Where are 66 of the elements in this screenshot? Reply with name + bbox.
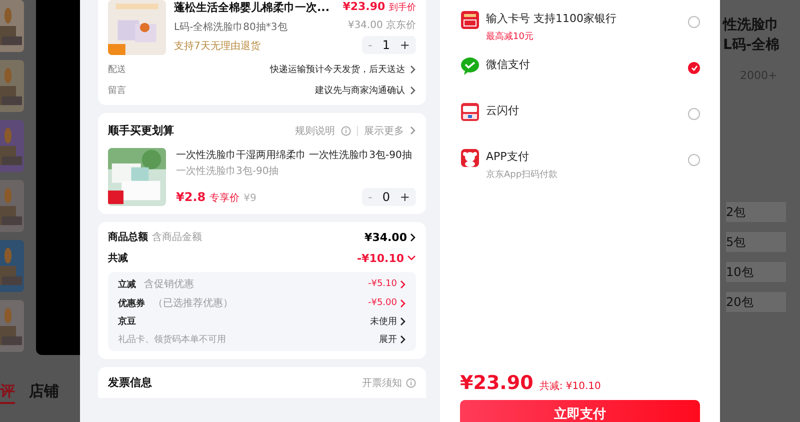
detail-label: 礼品卡、领货码本单不可用 — [118, 335, 226, 345]
chevron-right-icon — [400, 280, 406, 288]
mascot-icon — [460, 148, 480, 168]
payment-note: 最高减10元 — [486, 30, 534, 43]
plus-button[interactable]: + — [400, 38, 410, 52]
detail-label: 立减 — [118, 280, 136, 290]
section-title: 发票信息 — [108, 375, 152, 390]
detail-value[interactable]: 未使用 — [370, 315, 397, 328]
product-title[interactable]: 蓬松生活全棉婴儿棉柔巾一次... — [174, 0, 335, 15]
product-title: L码-全棉 — [722, 36, 781, 55]
check-icon — [690, 65, 698, 71]
row-label: 留言 — [108, 84, 126, 97]
quantity-value: 1 — [382, 38, 390, 52]
quantity-stepper[interactable]: - 1 + — [362, 36, 416, 54]
chevron-right-icon — [410, 86, 416, 95]
detail-value[interactable]: -¥5.10 — [368, 279, 397, 289]
quantity-value: 0 — [382, 190, 390, 204]
card-icon — [460, 10, 480, 30]
chevron-right-icon — [400, 298, 406, 308]
discount-amount[interactable]: -¥10.10 — [356, 252, 404, 264]
section-title: 顺手买更划算 — [108, 123, 174, 138]
radio-button[interactable] — [688, 154, 700, 166]
chevron-right-icon — [410, 232, 416, 242]
wallet-icon — [460, 102, 480, 122]
payment-method-name[interactable]: 输入卡号 支持1100家银行 — [486, 11, 682, 26]
detail-label: 京豆 — [118, 317, 136, 327]
total-price: ¥23.90 — [460, 372, 534, 394]
product-spec: 一次性洗脸巾3包-90抽 — [176, 164, 280, 178]
total-amount[interactable]: ¥34.00 — [364, 230, 407, 244]
list-price: ¥34.00 京东价 — [348, 18, 416, 32]
saved-amount: 共减: ¥10.10 — [539, 380, 601, 393]
detail-value[interactable]: 展开 — [379, 333, 397, 346]
detail-label: 优惠券 — [118, 299, 145, 309]
info-icon[interactable] — [341, 126, 351, 136]
radio-button[interactable] — [688, 62, 700, 74]
chevron-down-icon[interactable] — [407, 255, 416, 261]
chevron-right-icon — [410, 126, 416, 135]
quantity-stepper[interactable]: - 0 + — [362, 188, 416, 206]
product-title[interactable]: 一次性洗脸巾干湿两用绵柔巾 一次性洗脸巾3包-90抽 — [176, 148, 416, 162]
detail-hint: 含促销优惠 — [144, 279, 194, 290]
chevron-right-icon — [410, 65, 416, 74]
payment-note: 京东App扫码付款 — [486, 168, 559, 181]
original-price: ¥9 — [244, 192, 256, 204]
row-value[interactable]: 建议先与商家沟通确认 — [315, 84, 405, 97]
detail-value[interactable]: -¥5.00 — [368, 298, 397, 308]
detail-hint: （已选推荐优惠） — [153, 298, 233, 309]
chat-bubble-icon — [460, 56, 480, 76]
final-price: ¥23.90 到手价 — [342, 0, 416, 14]
return-policy: 支持7天无理由退货 — [174, 40, 262, 53]
info-icon[interactable] — [406, 378, 416, 388]
price: ¥2.8 — [176, 190, 206, 204]
payment-method-name[interactable]: APP支付 — [486, 149, 682, 164]
product-spec: L码-全棉洗脸巾80抽*3包 — [174, 20, 288, 34]
radio-button[interactable] — [688, 16, 700, 28]
plus-button[interactable]: + — [400, 190, 410, 204]
payment-method-name[interactable]: 微信支付 — [486, 57, 682, 72]
total-hint: 含商品金额 — [152, 232, 202, 243]
pay-button[interactable]: 立即支付 — [460, 400, 700, 422]
total-label: 商品总额 — [108, 232, 148, 243]
payment-method-name[interactable]: 云闪付 — [486, 103, 682, 118]
product-title: 性洗脸巾 — [721, 16, 780, 35]
row-value[interactable]: 快递运输预计今天发货，后天送达 — [270, 63, 405, 76]
discount-label: 共减 — [108, 252, 128, 265]
radio-button[interactable] — [688, 108, 700, 120]
price-label: 专享价 — [210, 192, 240, 204]
row-label: 配送 — [108, 64, 126, 76]
